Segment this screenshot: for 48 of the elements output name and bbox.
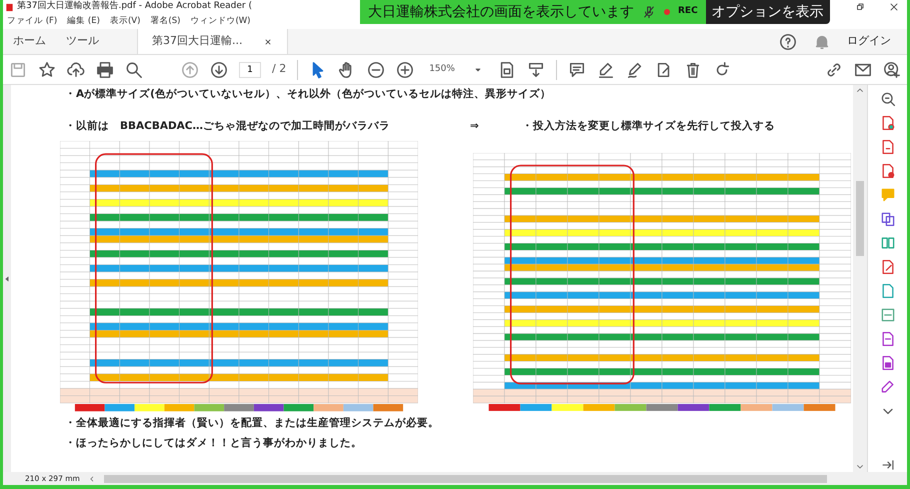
scroll-left-icon[interactable]: [88, 474, 96, 482]
page-number-field[interactable]: 1: [239, 62, 261, 78]
scrollbar-thumb[interactable]: [856, 181, 864, 256]
menu-item[interactable]: ウィンドウ(W): [190, 15, 250, 28]
menu-item[interactable]: ファイル (F): [7, 15, 58, 28]
before-text: ・以前は BBACBADAC…ごちゃ混ぜなので加工時間がバラバラ: [65, 118, 392, 134]
arrow-down-circle-icon[interactable]: [210, 60, 228, 78]
comment-icon[interactable]: [568, 60, 586, 78]
scroll-mode-icon[interactable]: [527, 60, 546, 78]
conclusion-text: ・全体最適にする指揮者（賢い）を配置、または生産管理システムが必要。: [65, 416, 440, 431]
expand-panel-icon[interactable]: [880, 458, 894, 472]
help-icon[interactable]: [779, 32, 797, 50]
nav-tab[interactable]: ホーム: [3, 29, 56, 54]
nav-tab[interactable]: 第37回大日運輸...: [137, 29, 288, 54]
combine-icon[interactable]: [880, 211, 896, 227]
share-message: 大日運輸株式会社の画面を表示しています: [368, 2, 634, 22]
zoom-out-icon[interactable]: [367, 60, 386, 78]
restore-icon[interactable]: [855, 2, 865, 12]
arrow-text: ⇒: [470, 118, 480, 134]
cloud-upload-icon[interactable]: [67, 60, 85, 78]
pen-icon[interactable]: [880, 379, 896, 395]
menu-item[interactable]: 編集 (E): [67, 15, 100, 28]
close-icon[interactable]: [889, 2, 899, 12]
close-icon[interactable]: [262, 36, 272, 46]
window-title: 第37回大日運輸改善報告.pdf - Adobe Acrobat Reader (: [17, 0, 252, 14]
nav-tab[interactable]: ツール: [56, 29, 109, 54]
login-link[interactable]: ログイン: [847, 33, 891, 50]
after-text: ・投入方法を変更し標準サイズを先行して投入する: [522, 118, 775, 134]
horizontal-scrollbar[interactable]: [104, 474, 827, 482]
star-icon[interactable]: [38, 60, 56, 78]
zoom-in-icon[interactable]: [396, 60, 414, 78]
highlighter-icon[interactable]: [597, 60, 616, 78]
options-button[interactable]: オプションを表示: [706, 0, 830, 24]
zoom-dropdown[interactable]: 150%: [425, 62, 488, 76]
note-text: ・Aが標準サイズ(色がついていないセル）、それ以外（色がついているセルは特注、異形サイズ）: [65, 87, 552, 102]
rec-dot-icon: [664, 9, 670, 15]
page-total: / 2: [272, 61, 286, 78]
conclusion-text: ・ほったらかしにしてはダメ！！と言う事がわかりました。: [65, 436, 363, 451]
menu-item[interactable]: 表示(V): [110, 15, 140, 28]
zoom-icon[interactable]: [880, 91, 896, 107]
collapse-arrow-icon[interactable]: [3, 274, 11, 282]
menu-item[interactable]: 署名(S): [150, 15, 180, 28]
rec-label: REC: [678, 5, 698, 18]
search-icon[interactable]: [125, 60, 143, 78]
printer-icon[interactable]: [96, 60, 114, 78]
mic-muted-icon[interactable]: [642, 5, 656, 19]
add-user-icon[interactable]: [883, 60, 901, 78]
link-icon[interactable]: [825, 60, 843, 78]
